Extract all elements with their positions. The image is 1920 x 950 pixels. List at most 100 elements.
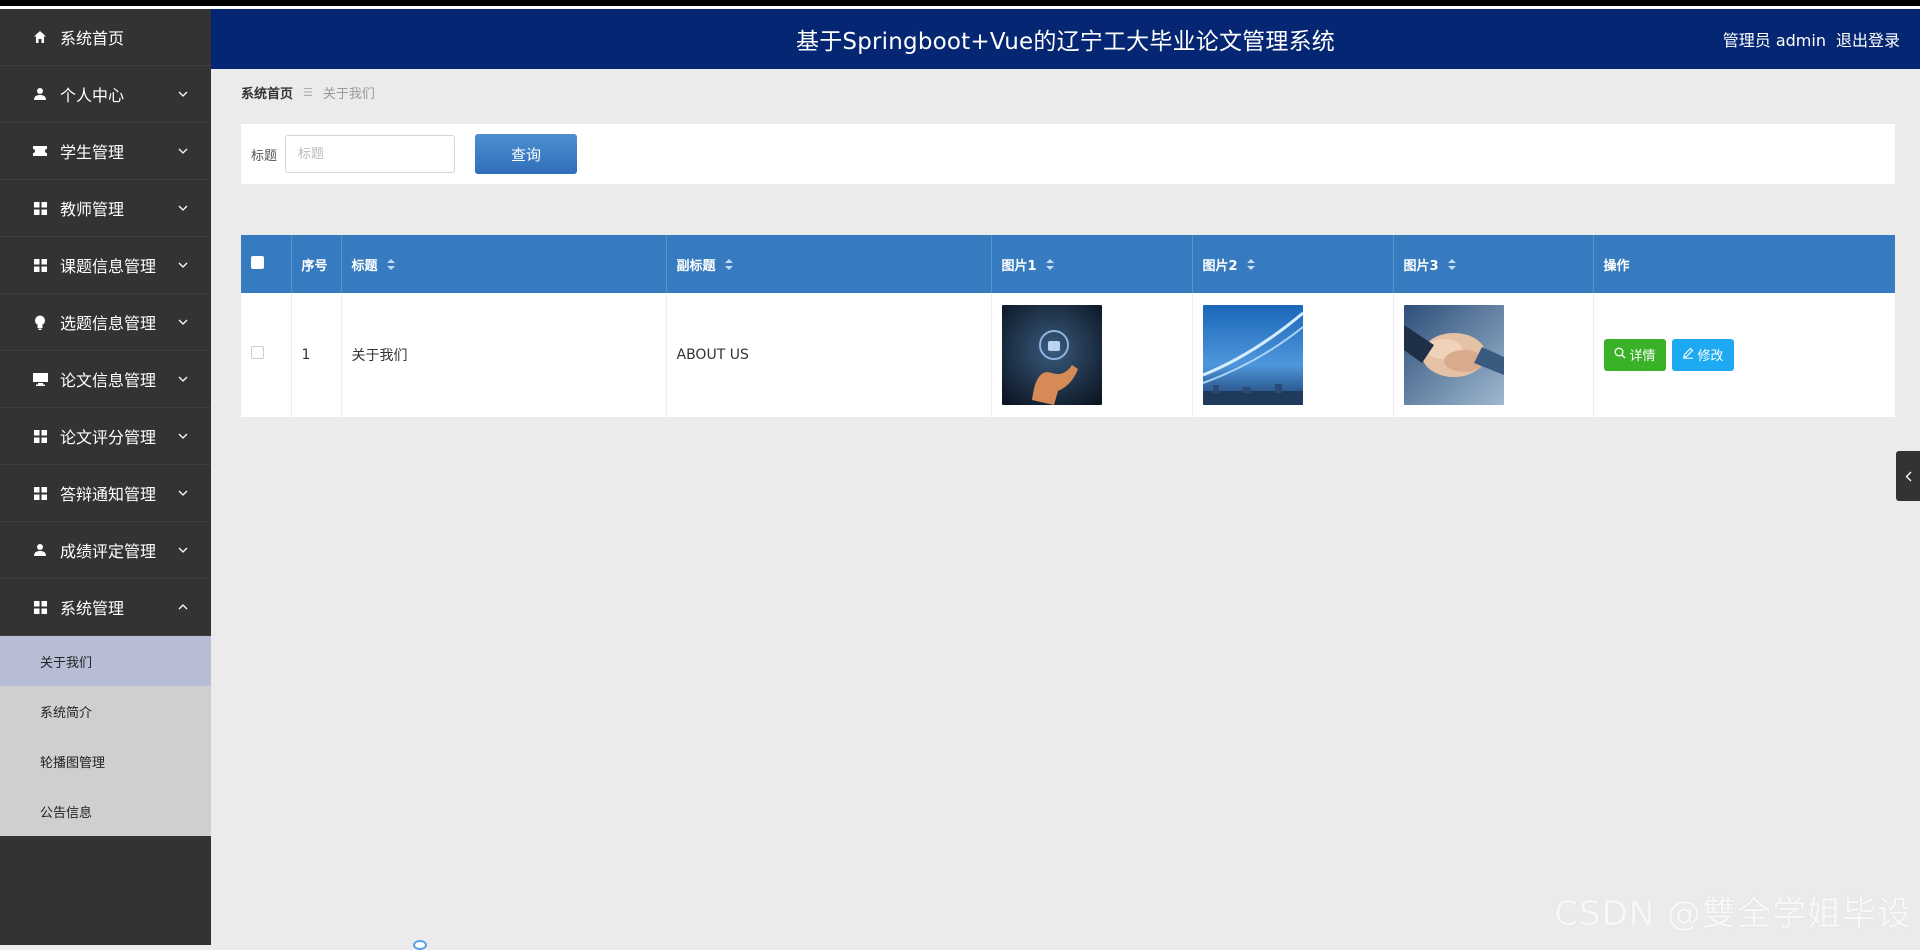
- row-index: 1: [291, 293, 342, 418]
- row-image1-cell: [991, 293, 1193, 418]
- collapse-panel-tab[interactable]: [1896, 451, 1920, 501]
- search-button[interactable]: 查询: [475, 134, 578, 174]
- row-subtitle: ABOUT US: [666, 293, 992, 418]
- home-icon: [32, 29, 48, 45]
- row-actions-cell: 详情 修改: [1593, 293, 1895, 418]
- breadcrumb-current: 关于我们: [322, 87, 375, 102]
- sidebar-item-label: 答辩通知管理: [60, 485, 157, 504]
- row-title: 关于我们: [341, 293, 667, 418]
- user-icon: [32, 542, 48, 558]
- edit-button[interactable]: 修改: [1671, 338, 1734, 371]
- submenu-item-announcements[interactable]: 公告信息: [0, 786, 211, 836]
- title-search-input[interactable]: [285, 135, 456, 173]
- chevron-down-icon: [177, 430, 189, 442]
- user-icon: [32, 86, 48, 102]
- sidebar-item-thesis-scoring-management[interactable]: 论文评分管理: [0, 408, 211, 465]
- submenu-item-about-us[interactable]: 关于我们: [0, 636, 211, 686]
- watermark: CSDN @雙全学姐毕设: [1554, 894, 1912, 934]
- ticket-icon: [32, 143, 48, 159]
- search-panel: 标题 查询: [241, 124, 1895, 184]
- sort-icon[interactable]: [1448, 258, 1457, 274]
- sidebar-item-system-management[interactable]: 系统管理: [0, 579, 211, 636]
- chevron-left-icon: [1905, 467, 1912, 486]
- detail-button[interactable]: 详情: [1603, 338, 1666, 371]
- chevron-up-icon: [177, 601, 189, 613]
- sidebar-item-thesis-info-management[interactable]: 论文信息管理: [0, 351, 211, 408]
- sidebar-item-label: 课题信息管理: [60, 257, 157, 276]
- column-header-title[interactable]: 标题: [341, 235, 667, 293]
- submenu-item-carousel-management[interactable]: 轮播图管理: [0, 736, 211, 786]
- edit-icon: [1682, 347, 1694, 363]
- chevron-down-icon: [177, 487, 189, 499]
- sidebar-item-personal-center[interactable]: 个人中心: [0, 66, 211, 123]
- sidebar-item-label: 论文信息管理: [60, 371, 157, 390]
- column-header-image2[interactable]: 图片2: [1192, 235, 1394, 293]
- grid-icon: [32, 599, 48, 615]
- sidebar-item-label: 学生管理: [60, 143, 125, 162]
- sidebar: 系统首页 个人中心 学生管理 教师管理 课题信息管理 选题信息管理 论文信息管理…: [0, 9, 211, 945]
- chevron-down-icon: [177, 373, 189, 385]
- chevron-down-icon: [177, 544, 189, 556]
- current-user: 管理员 admin: [1722, 31, 1826, 50]
- bulb-icon: [32, 314, 48, 330]
- window-top-strip: [0, 0, 1920, 9]
- chevron-down-icon: [177, 88, 189, 100]
- submenu-item-system-intro[interactable]: 系统简介: [0, 686, 211, 736]
- grid-icon: [32, 428, 48, 444]
- column-header-subtitle[interactable]: 副标题: [666, 235, 992, 293]
- column-header-image3[interactable]: 图片3: [1393, 235, 1594, 293]
- sidebar-item-home[interactable]: 系统首页: [0, 9, 211, 66]
- column-header-actions: 操作: [1603, 258, 1630, 274]
- row-select-cell[interactable]: [241, 293, 292, 418]
- scroll-indicator: [413, 940, 427, 950]
- column-header-image1[interactable]: 图片1: [991, 235, 1193, 293]
- image3-thumbnail[interactable]: [1403, 304, 1504, 405]
- user-area: 管理员 admin 退出登录: [1723, 9, 1900, 69]
- search-label: 标题: [251, 148, 278, 164]
- grid-icon: [32, 257, 48, 273]
- chevron-down-icon: [177, 259, 189, 271]
- header-select-all[interactable]: [241, 235, 292, 293]
- sidebar-item-label: 系统首页: [60, 29, 125, 48]
- breadcrumb-home[interactable]: 系统首页: [241, 83, 293, 102]
- breadcrumb-separator: ☰: [303, 86, 313, 99]
- data-table: 序号 标题 副标题 图片1 图片2 图片3 操作 1 关于我们 ABOUT US…: [241, 235, 1895, 418]
- sidebar-item-grade-assessment-management[interactable]: 成绩评定管理: [0, 522, 211, 579]
- column-header-index: 序号: [291, 235, 342, 293]
- chevron-down-icon: [177, 145, 189, 157]
- sidebar-item-label: 论文评分管理: [60, 428, 157, 447]
- top-header: 基于Springboot+Vue的辽宁工大毕业论文管理系统 管理员 admin …: [211, 9, 1920, 69]
- table-row: 1 关于我们 ABOUT US 详情 修改: [241, 293, 1895, 418]
- chevron-down-icon: [177, 202, 189, 214]
- main-content: 系统首页 ☰ 关于我们 标题 查询 序号 标题: [211, 69, 1920, 945]
- grid-icon: [32, 200, 48, 216]
- sort-icon[interactable]: [725, 258, 734, 274]
- logout-link[interactable]: 退出登录: [1836, 27, 1900, 51]
- sidebar-item-teacher-management[interactable]: 教师管理: [0, 180, 211, 237]
- image1-thumbnail[interactable]: [1001, 304, 1102, 405]
- row-image2-cell: [1192, 293, 1394, 418]
- sidebar-item-label: 成绩评定管理: [60, 542, 157, 561]
- table-header-row: 序号 标题 副标题 图片1 图片2 图片3 操作: [241, 235, 1895, 293]
- row-checkbox[interactable]: [251, 346, 264, 360]
- row-image3-cell: [1393, 293, 1594, 418]
- sort-icon[interactable]: [1247, 258, 1256, 274]
- sidebar-item-defense-notice-management[interactable]: 答辩通知管理: [0, 465, 211, 522]
- image2-thumbnail[interactable]: [1202, 304, 1303, 405]
- system-management-submenu: 关于我们 系统简介 轮播图管理 公告信息: [0, 636, 211, 836]
- sidebar-item-topic-selection-management[interactable]: 选题信息管理: [0, 294, 211, 351]
- sidebar-item-label: 个人中心: [60, 86, 125, 105]
- grid-icon: [32, 485, 48, 501]
- search-icon: [1614, 347, 1626, 363]
- sort-icon[interactable]: [1046, 258, 1055, 274]
- breadcrumb: 系统首页 ☰ 关于我们: [241, 83, 375, 102]
- edit-button-label: 修改: [1697, 349, 1724, 365]
- sidebar-item-topic-info-management[interactable]: 课题信息管理: [0, 237, 211, 294]
- select-all-checkbox[interactable]: [251, 255, 264, 269]
- chevron-down-icon: [177, 316, 189, 328]
- sidebar-item-student-management[interactable]: 学生管理: [0, 123, 211, 180]
- monitor-icon: [32, 371, 48, 387]
- sidebar-item-label: 选题信息管理: [60, 314, 157, 333]
- row-actions: 详情 修改: [1603, 338, 1895, 371]
- sort-icon[interactable]: [387, 258, 396, 274]
